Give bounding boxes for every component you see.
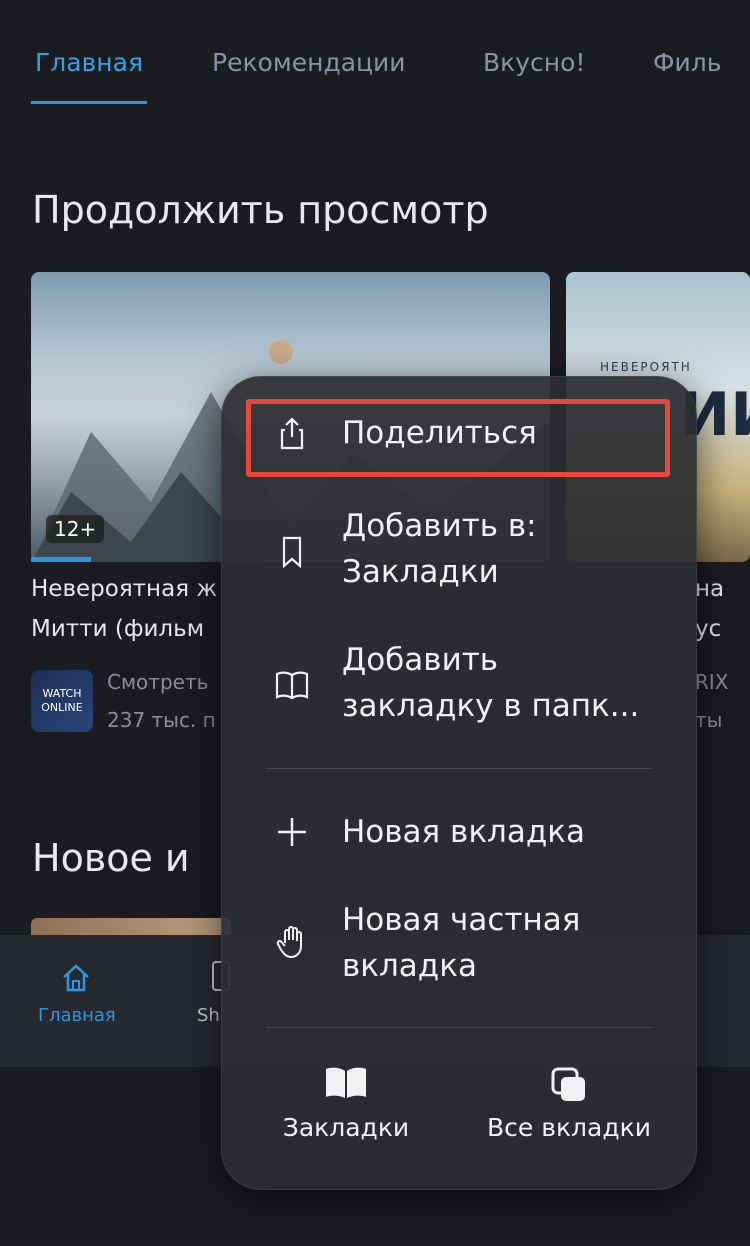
card2-channel-name: RIX [695,670,729,694]
bookmarks-button-label: Закладки [282,1113,410,1142]
menu-divider [266,768,652,769]
home-icon[interactable] [60,962,92,994]
plus-icon [278,818,306,846]
open-book-icon [275,671,309,700]
tabs-icon [551,1067,585,1101]
add-to-label-line1: Добавить в: [342,508,537,544]
watch-progress-bar [31,557,91,562]
view-count: 237 тыс. п [107,708,216,732]
tab-films[interactable]: Филь [653,48,721,77]
hand-icon [276,926,302,959]
tab-home[interactable]: Главная [35,48,143,77]
top-tab-bar: Главная Рекомендации Вкусно! Филь [0,0,750,110]
card1-title-line2[interactable]: Митти (фильм [31,616,204,642]
nav-second-label[interactable]: Sh [197,1005,220,1026]
bookmarks-button[interactable]: Закладки [266,1065,426,1142]
bookmarks-book-icon [326,1067,366,1098]
active-tab-indicator [31,101,147,104]
channel-logo[interactable]: WATCH ONLINE [31,670,93,732]
tab-recommendations[interactable]: Рекомендации [212,48,406,77]
card1-title-line1[interactable]: Невероятная ж [31,576,217,602]
channel-name: Смотреть [107,670,209,694]
add-folder-label-line2: закладку в папк... [342,688,640,724]
tab-tasty[interactable]: Вкусно! [483,48,585,77]
card2-view-count: ты [695,708,723,732]
channel-logo-text: WATCH ONLINE [41,687,83,714]
menu-divider-bottom [266,1027,652,1028]
private-tab-label-line1: Новая частная [342,902,581,938]
add-to-bookmarks-item[interactable]: Добавить в: Закладки [222,501,696,601]
share-icon [280,417,304,450]
context-menu: Поделиться Добавить в: Закладки Добавить… [221,376,697,1190]
add-to-label-line2: Закладки [342,554,499,590]
card2-title-line1[interactable]: на [695,576,724,602]
all-tabs-button-label: Все вкладки [487,1113,651,1142]
new-tab-label: Новая вкладка [342,814,586,850]
share-label: Поделиться [342,415,537,451]
private-tab-label-line2: вкладка [342,948,477,984]
age-rating-badge: 12+ [46,515,105,543]
new-section-title: Новое и [32,836,190,880]
add-bookmark-folder-item[interactable]: Добавить закладку в папк... [222,637,696,737]
share-menu-item[interactable]: Поделиться [222,403,696,463]
bookmark-icon [282,536,302,569]
new-private-tab-item[interactable]: Новая частная вкладка [222,895,696,995]
new-tab-item[interactable]: Новая вкладка [222,803,696,861]
poster-caption: НЕВЕРОЯТН [600,360,692,374]
nav-home-label[interactable]: Главная [38,1005,116,1026]
all-tabs-button[interactable]: Все вкладки [484,1065,654,1142]
continue-watching-title: Продолжить просмотр [32,188,489,232]
card2-title-line2[interactable]: ус [695,616,721,642]
add-folder-label-line1: Добавить [342,642,499,678]
